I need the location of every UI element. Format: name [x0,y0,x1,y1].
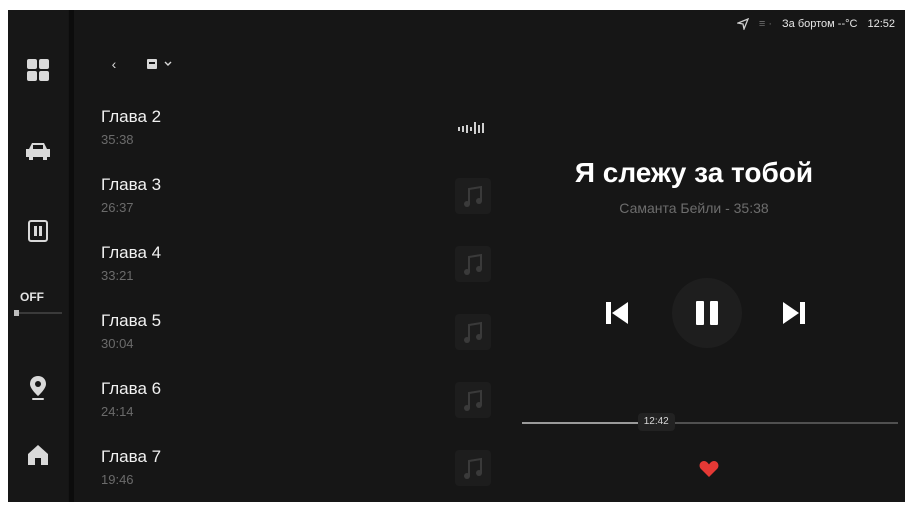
climate-slider[interactable] [14,310,62,316]
clock: 12:52 [867,18,895,30]
chapter-title: Глава 5 [101,311,162,330]
side-rail: OFF [8,10,68,502]
climate-slider-knob[interactable] [14,310,19,316]
car-icon [26,143,50,160]
next-button[interactable] [774,293,814,333]
like-button[interactable] [696,456,722,482]
chapter-duration: 33:21 [101,268,134,283]
music-note-icon [454,449,492,487]
map-pin-icon [30,376,46,400]
chapter-duration: 30:04 [101,336,134,351]
chapter-title: Глава 3 [101,175,162,194]
pause-button[interactable] [672,278,742,348]
skip-previous-icon [606,302,628,324]
navigation-arrow-icon [736,18,749,30]
grid-icon [27,59,49,81]
chapter-title: Глава 4 [101,243,162,262]
navigation-button[interactable] [18,368,58,408]
audiobook-player: ≡ · За бортом --°C 12:52 ‹ Глава 2 35:38 [74,10,905,502]
heart-icon [699,461,719,477]
climate-off-label[interactable]: OFF [20,290,44,304]
chapter-item[interactable]: Глава 7 19:46 [101,447,501,502]
chapter-item[interactable]: Глава 5 30:04 [101,311,501,373]
equalizer-icon [454,109,492,147]
back-button[interactable]: ‹ [104,54,124,74]
chapter-item[interactable]: Глава 2 35:38 [101,107,501,169]
skip-next-icon [783,302,805,324]
chapter-duration: 35:38 [101,132,134,147]
chapter-item[interactable]: Глава 6 24:14 [101,379,501,441]
phone-screen-icon [28,220,48,242]
status-bar: ≡ · За бортом --°C 12:52 [736,15,895,33]
progress-fill [522,422,657,424]
previous-button[interactable] [597,293,637,333]
progress-bar[interactable] [522,422,898,424]
audiobook-icon [147,59,157,69]
chapter-title: Глава 7 [101,447,162,466]
infotainment-screen: OFF ≡ · За бортом --°C 12:52 ‹ Глава 2 3… [8,10,905,502]
chapter-item[interactable]: Глава 4 33:21 [101,243,501,305]
signal-icon: ≡ · [758,18,773,30]
pause-icon [696,301,718,325]
track-subtitle: Саманта Бейли - 35:38 [619,200,769,216]
music-note-icon [454,245,492,283]
elapsed-time: 12:42 [637,413,675,431]
chevron-left-icon: ‹ [111,56,117,72]
phone-screen-button[interactable] [18,211,58,251]
car-button[interactable] [18,131,58,171]
chapter-title: Глава 6 [101,379,162,398]
home-button[interactable] [18,435,58,475]
music-note-icon [454,313,492,351]
chevron-down-icon [164,61,172,66]
outside-temperature: За бортом --°C [782,18,858,30]
music-note-icon [454,177,492,215]
chapter-item[interactable]: Глава 3 26:37 [101,175,501,237]
chapter-duration: 24:14 [101,404,134,419]
music-note-icon [454,381,492,419]
chapter-duration: 26:37 [101,200,134,215]
chapter-title: Глава 2 [101,107,162,126]
chapter-duration: 19:46 [101,472,134,487]
home-icon [28,445,48,465]
track-title: Я слежу за тобой [574,157,814,188]
source-selector[interactable] [146,54,172,74]
apps-button[interactable] [18,50,58,90]
